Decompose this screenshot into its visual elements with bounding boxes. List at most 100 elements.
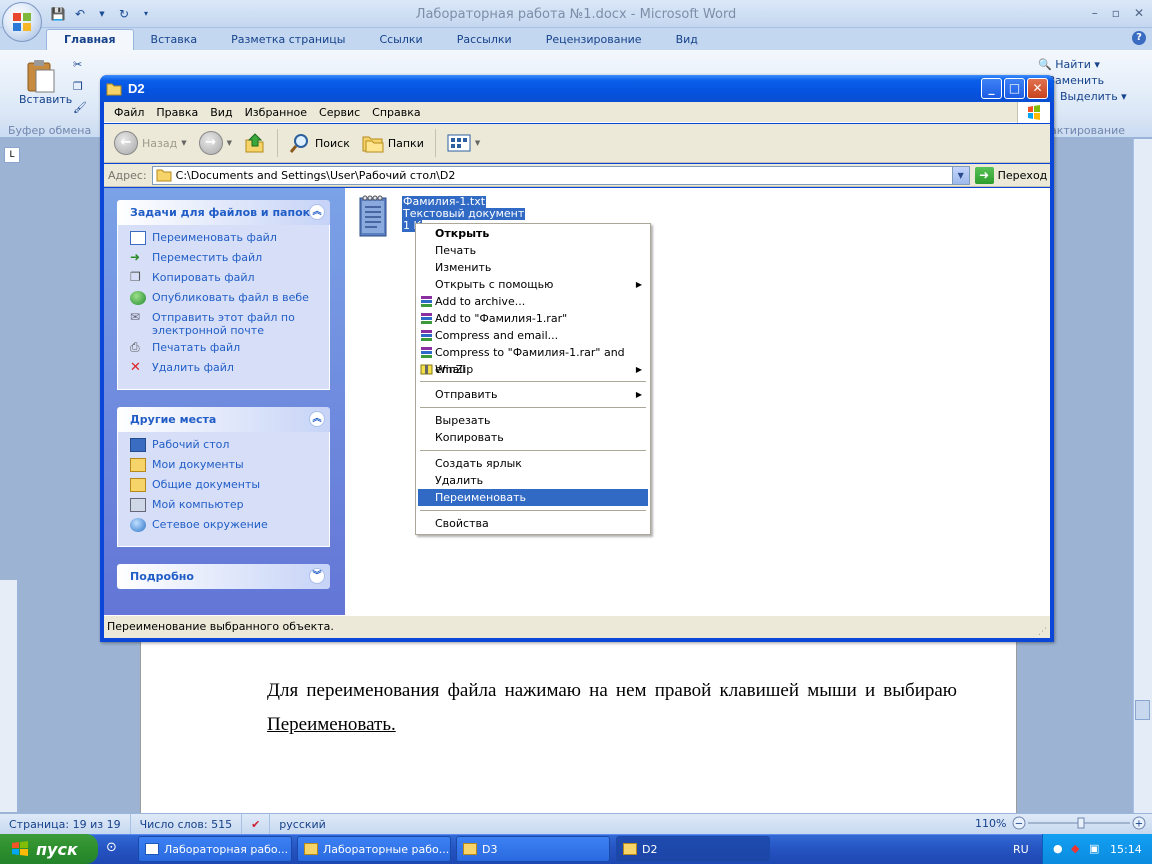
file-tasks-header[interactable]: Задачи для файлов и папок ︽ [117, 200, 330, 225]
paste-button-label[interactable]: Вставить [19, 93, 72, 106]
back-button[interactable]: ← Назад ▼ [110, 131, 191, 155]
collapse-icon[interactable]: ︽ [309, 204, 325, 220]
menu-file[interactable]: Файл [108, 106, 150, 119]
minimize-button[interactable]: _ [981, 78, 1002, 99]
menu-favorites[interactable]: Избранное [239, 106, 313, 119]
zoom-level[interactable]: 110% [975, 817, 1006, 830]
redo-icon[interactable]: ↻ [116, 6, 132, 22]
task-email-file[interactable]: ✉ Отправить этот файл по электронной почт… [130, 311, 329, 341]
spelling-icon[interactable]: ✔ [242, 813, 271, 835]
ctx-winzip[interactable]: WinZip ▶ [418, 361, 648, 378]
text-file-icon[interactable] [357, 194, 389, 238]
task-delete-file[interactable]: ✕ Удалить файл [130, 361, 329, 381]
tab-review[interactable]: Рецензирование [529, 30, 659, 50]
task-copy-file[interactable]: ❐ Копировать файл [130, 271, 329, 291]
winrar-icon [421, 347, 432, 358]
taskbar-folder-labs[interactable]: Лабораторные рабо... [297, 836, 451, 862]
ctx-rename[interactable]: Переименовать [418, 489, 648, 506]
zoom-slider[interactable]: − + [1012, 816, 1146, 830]
tab-insert[interactable]: Вставка [134, 30, 215, 50]
ctx-send-to[interactable]: Отправить ▶ [418, 386, 648, 403]
start-button[interactable]: пуск [0, 834, 98, 864]
task-rename-file[interactable]: Переименовать файл [130, 231, 329, 251]
clock[interactable]: 15:14 [1110, 843, 1142, 856]
place-shared-documents[interactable]: Общие документы [130, 478, 329, 498]
collapse-icon[interactable]: ︽ [309, 411, 325, 427]
menu-tools[interactable]: Сервис [313, 106, 366, 119]
ctx-add-to-rar[interactable]: Add to "Фамилия-1.rar" [418, 310, 648, 327]
maximize-button[interactable]: □ [1004, 78, 1025, 99]
tab-home[interactable]: Главная [46, 29, 134, 50]
task-print-file[interactable]: ⎙ Печатать файл [130, 341, 329, 361]
ctx-copy[interactable]: Копировать [418, 429, 648, 446]
antivirus-icon[interactable]: ◆ [1071, 842, 1079, 855]
word-count[interactable]: Число слов: 515 [131, 813, 243, 835]
page-count[interactable]: Страница: 19 из 19 [0, 813, 131, 835]
resize-grip-icon[interactable]: ⋰ [1038, 627, 1047, 637]
minimize-icon[interactable]: – [1092, 6, 1098, 20]
restore-icon[interactable]: ▫ [1112, 6, 1120, 20]
up-folder-button[interactable] [240, 132, 270, 154]
go-button[interactable]: ➜ Переход [974, 166, 1047, 184]
tab-page-layout[interactable]: Разметка страницы [214, 30, 362, 50]
ctx-add-to-archive[interactable]: Add to archive... [418, 293, 648, 310]
place-my-documents[interactable]: Мои документы [130, 458, 329, 478]
language-indicator[interactable]: RU [1013, 843, 1029, 856]
views-button[interactable]: ▼ [443, 134, 484, 152]
place-network[interactable]: Сетевое окружение [130, 518, 329, 538]
undo-icon[interactable]: ↶ [72, 6, 88, 22]
ctx-edit[interactable]: Изменить [418, 259, 648, 276]
tab-stop-selector[interactable]: L [4, 147, 20, 163]
close-icon[interactable]: ✕ [1134, 6, 1144, 20]
explorer-title-bar[interactable]: D2 [100, 75, 1054, 102]
undo-dropdown-icon[interactable]: ▼ [94, 6, 110, 22]
ctx-properties[interactable]: Свойства [418, 515, 648, 532]
network-icon[interactable]: ▣ [1089, 842, 1099, 855]
ctx-open-with[interactable]: Открыть с помощью ▶ [418, 276, 648, 293]
language[interactable]: русский [270, 814, 335, 835]
ctx-compress-to-rar-email[interactable]: Compress to "Фамилия-1.rar" and email [418, 344, 648, 376]
help-icon[interactable]: ? [1132, 31, 1146, 45]
place-desktop[interactable]: Рабочий стол [130, 438, 329, 458]
taskbar-folder-d3[interactable]: D3 [456, 836, 610, 862]
cut-icon[interactable]: ✂ [73, 58, 82, 71]
menu-view[interactable]: Вид [204, 106, 238, 119]
tab-references[interactable]: Ссылки [362, 30, 439, 50]
menu-edit[interactable]: Правка [150, 106, 204, 119]
ctx-compress-email[interactable]: Compress and email... [418, 327, 648, 344]
document-paragraph[interactable]: Для переименования файла нажимаю на нем … [267, 674, 957, 742]
menu-help[interactable]: Справка [366, 106, 426, 119]
details-header[interactable]: Подробно ︾ [117, 564, 330, 589]
office-button[interactable] [2, 2, 42, 42]
ctx-delete[interactable]: Удалить [418, 472, 648, 489]
save-icon[interactable]: 💾 [50, 6, 66, 22]
address-input[interactable]: C:\Documents and Settings\User\Рабочий с… [151, 165, 970, 185]
ctx-create-shortcut[interactable]: Создать ярлык [418, 455, 648, 472]
format-painter-icon[interactable]: 🖌 [73, 101, 87, 114]
ctx-cut[interactable]: Вырезать [418, 412, 648, 429]
expand-icon[interactable]: ︾ [309, 568, 325, 584]
folders-button[interactable]: Папки [358, 133, 428, 153]
task-move-file[interactable]: ➜ Переместить файл [130, 251, 329, 271]
copy-icon[interactable]: ❐ [73, 80, 83, 93]
network-places-icon [130, 518, 146, 532]
taskbar-word-lab1[interactable]: Лабораторная рабо... [138, 836, 292, 862]
find-button[interactable]: 🔍 Найти ▾ [1038, 58, 1127, 71]
scrollbar-thumb[interactable] [1135, 700, 1150, 720]
quick-launch-icon[interactable]: ⊙ [106, 840, 117, 855]
tab-view[interactable]: Вид [659, 30, 715, 50]
customize-qat-icon[interactable]: ▾ [138, 6, 154, 22]
taskbar-folder-d2[interactable]: D2 [616, 836, 770, 862]
chevron-down-icon[interactable]: ▼ [951, 166, 969, 184]
tray-app-icon[interactable]: ● [1053, 842, 1063, 855]
tab-mailings[interactable]: Рассылки [440, 30, 529, 50]
place-my-computer[interactable]: Мой компьютер [130, 498, 329, 518]
paste-icon[interactable] [22, 58, 60, 96]
ctx-print[interactable]: Печать [418, 242, 648, 259]
ctx-open[interactable]: Открыть [418, 225, 648, 242]
forward-button[interactable]: → ▼ [195, 131, 236, 155]
task-publish-web[interactable]: Опубликовать файл в вебе [130, 291, 329, 311]
close-button[interactable]: ✕ [1027, 78, 1048, 99]
search-button[interactable]: Поиск [285, 132, 354, 154]
other-places-header[interactable]: Другие места ︽ [117, 407, 330, 432]
